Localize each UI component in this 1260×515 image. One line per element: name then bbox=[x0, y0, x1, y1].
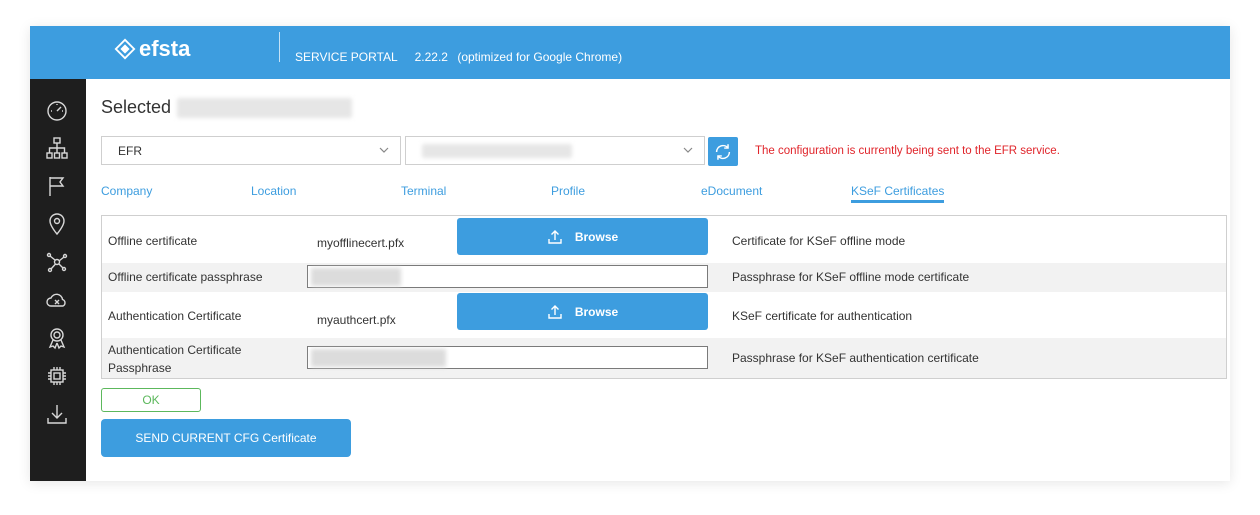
portal-optimized-note: (optimized for Google Chrome) bbox=[457, 50, 623, 64]
page-title: Selected bbox=[101, 97, 353, 118]
cloud-x-icon[interactable] bbox=[44, 287, 70, 313]
form-row-authentication-passphrase: Authentication Certificate Passphrase Pa… bbox=[102, 338, 1226, 378]
service-select[interactable]: EFR bbox=[101, 136, 401, 165]
form-row-offline-passphrase: Offline certificate passphrase Passphras… bbox=[102, 263, 1226, 292]
form-row-authentication-certificate: Authentication Certificate myauthcert.pf… bbox=[102, 292, 1226, 338]
authentication-passphrase-label: Authentication Certificate Passphrase bbox=[108, 343, 242, 375]
sidebar bbox=[30, 79, 86, 481]
portal-info: SERVICE PORTAL 2.22.2 (optimized for Goo… bbox=[295, 50, 622, 64]
download-icon[interactable] bbox=[44, 401, 70, 427]
offline-certificate-description: Certificate for KSeF offline mode bbox=[732, 234, 906, 248]
refresh-icon bbox=[715, 143, 731, 160]
ok-button[interactable]: OK bbox=[101, 388, 201, 412]
tab-location[interactable]: Location bbox=[251, 184, 296, 198]
certificate-form: Offline certificate myofflinecert.pfx Br… bbox=[101, 215, 1227, 379]
portal-version: 2.22.2 bbox=[414, 50, 448, 64]
upload-icon bbox=[548, 304, 562, 319]
authentication-certificate-filename: myauthcert.pfx bbox=[317, 313, 396, 327]
header-divider bbox=[279, 32, 280, 62]
logo-text: efsta bbox=[139, 36, 191, 61]
certificate-badge-icon[interactable] bbox=[44, 325, 70, 351]
top-header: efsta SERVICE PORTAL 2.22.2 (optimized f… bbox=[30, 26, 1230, 79]
tab-edocument[interactable]: eDocument bbox=[701, 184, 762, 198]
refresh-button[interactable] bbox=[708, 137, 738, 166]
browse-label: Browse bbox=[574, 229, 619, 244]
app-frame: efsta SERVICE PORTAL 2.22.2 (optimized f… bbox=[30, 26, 1230, 481]
flag-icon[interactable] bbox=[44, 173, 70, 199]
terminal-select-value-redacted bbox=[422, 144, 572, 158]
status-warning: The configuration is currently being sen… bbox=[755, 145, 1060, 157]
tab-terminal[interactable]: Terminal bbox=[401, 184, 446, 198]
tab-company[interactable]: Company bbox=[101, 184, 152, 198]
passphrase-mask-redacted bbox=[311, 349, 446, 367]
chip-icon[interactable] bbox=[44, 363, 70, 389]
authentication-certificate-description: KSeF certificate for authentication bbox=[732, 309, 913, 323]
offline-certificate-browse-button[interactable]: Browse bbox=[457, 218, 708, 255]
authentication-certificate-label: Authentication Certificate bbox=[108, 309, 242, 323]
hierarchy-icon[interactable] bbox=[44, 135, 70, 161]
authentication-certificate-browse-button[interactable]: Browse bbox=[457, 293, 708, 330]
efsta-diamond-icon bbox=[114, 38, 136, 60]
send-current-cfg-certificate-button[interactable]: SEND CURRENT CFG Certificate bbox=[101, 419, 351, 457]
browse-label: Browse bbox=[574, 304, 619, 319]
upload-icon bbox=[548, 229, 562, 244]
location-pin-icon[interactable] bbox=[44, 211, 70, 237]
offline-certificate-filename: myofflinecert.pfx bbox=[317, 236, 405, 250]
offline-certificate-label: Offline certificate bbox=[108, 234, 198, 248]
chevron-down-icon bbox=[379, 147, 389, 153]
dashboard-icon[interactable] bbox=[44, 97, 70, 123]
form-row-offline-certificate: Offline certificate myofflinecert.pfx Br… bbox=[102, 216, 1226, 263]
selected-company-redacted bbox=[177, 97, 353, 118]
selected-label: Selected bbox=[101, 97, 172, 117]
portal-label: SERVICE PORTAL bbox=[295, 50, 398, 64]
authentication-passphrase-description: Passphrase for KSeF authentication certi… bbox=[732, 351, 979, 365]
tab-ksef-certificates[interactable]: KSeF Certificates bbox=[851, 184, 945, 203]
offline-passphrase-input[interactable] bbox=[307, 265, 708, 288]
passphrase-mask-redacted bbox=[311, 268, 401, 286]
offline-passphrase-description: Passphrase for KSeF offline mode certifi… bbox=[732, 270, 970, 284]
main-content: Selected EFR The configuration is curren… bbox=[86, 79, 1230, 481]
efsta-logo[interactable]: efsta bbox=[114, 36, 190, 62]
chevron-down-icon bbox=[683, 147, 693, 153]
network-icon[interactable] bbox=[44, 249, 70, 275]
tab-bar: Company Location Terminal Profile eDocum… bbox=[101, 184, 1101, 208]
tab-profile[interactable]: Profile bbox=[551, 184, 585, 198]
terminal-select[interactable] bbox=[405, 136, 705, 165]
offline-passphrase-label: Offline certificate passphrase bbox=[108, 270, 263, 284]
authentication-passphrase-input[interactable] bbox=[307, 346, 708, 369]
service-select-value: EFR bbox=[118, 144, 142, 158]
